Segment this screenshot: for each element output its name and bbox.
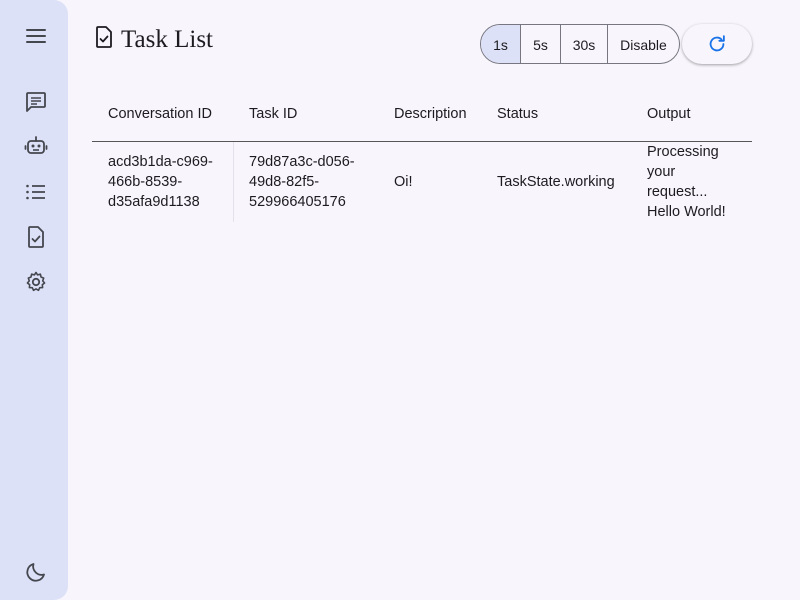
cell-line: 529966405176 <box>249 194 346 210</box>
column-header-task-id: Task ID <box>249 106 298 122</box>
agents-icon[interactable] <box>22 132 50 160</box>
column-header-description: Description <box>394 106 467 122</box>
interval-30s-button[interactable]: 30s <box>561 25 608 63</box>
cell-output: Processing your request... Hello World! <box>631 142 752 222</box>
column-header-conversation-id: Conversation ID <box>108 106 212 122</box>
cell-conversation-id: acd3b1da-c969- 466b-8539- d35afa9d1138 <box>92 142 233 222</box>
table-row: acd3b1da-c969- 466b-8539- d35afa9d1138 7… <box>92 142 752 222</box>
interval-5s-button[interactable]: 5s <box>521 25 561 63</box>
conversations-icon[interactable] <box>22 88 50 116</box>
cell-task-id: 79d87a3c-d056- 49d8-82f5- 529966405176 <box>233 142 378 222</box>
page-header: Task List <box>92 22 213 58</box>
cell-line: 466b-8539- <box>108 174 183 190</box>
task-table: Conversation ID Task ID Description Stat… <box>92 88 752 222</box>
table-header: Conversation ID Task ID Description Stat… <box>92 88 752 142</box>
column-header-output: Output <box>647 106 691 122</box>
cell-line: acd3b1da-c969- <box>108 154 213 170</box>
settings-icon[interactable] <box>22 268 50 296</box>
cell-line: 49d8-82f5- <box>249 174 320 190</box>
tasks-icon[interactable] <box>22 223 50 251</box>
cell-line: d35afa9d1138 <box>108 194 200 210</box>
refresh-icon <box>709 35 725 52</box>
sidebar-nav <box>0 0 68 600</box>
page-title: Task List <box>121 26 213 53</box>
cell-description: Oi! <box>394 174 413 190</box>
cell-line: Hello World! <box>647 204 726 220</box>
refresh-interval-toggle: 1s 5s 30s Disable <box>480 24 680 64</box>
cell-line: your <box>647 164 676 180</box>
main-content: Task List 1s 5s 30s Disable Conversation… <box>92 0 752 600</box>
refresh-button[interactable] <box>682 24 752 64</box>
dark-mode-icon[interactable] <box>22 558 50 586</box>
task-list-icon <box>92 25 116 49</box>
interval-1s-button[interactable]: 1s <box>481 25 521 63</box>
menu-icon[interactable] <box>22 22 50 50</box>
events-icon[interactable] <box>22 178 50 206</box>
cell-line: request... <box>647 184 708 200</box>
cell-line: Processing <box>647 144 719 160</box>
cell-status: TaskState.working <box>497 174 615 190</box>
cell-line: 79d87a3c-d056- <box>249 154 355 170</box>
column-header-status: Status <box>497 106 539 122</box>
interval-disable-button[interactable]: Disable <box>608 25 679 63</box>
